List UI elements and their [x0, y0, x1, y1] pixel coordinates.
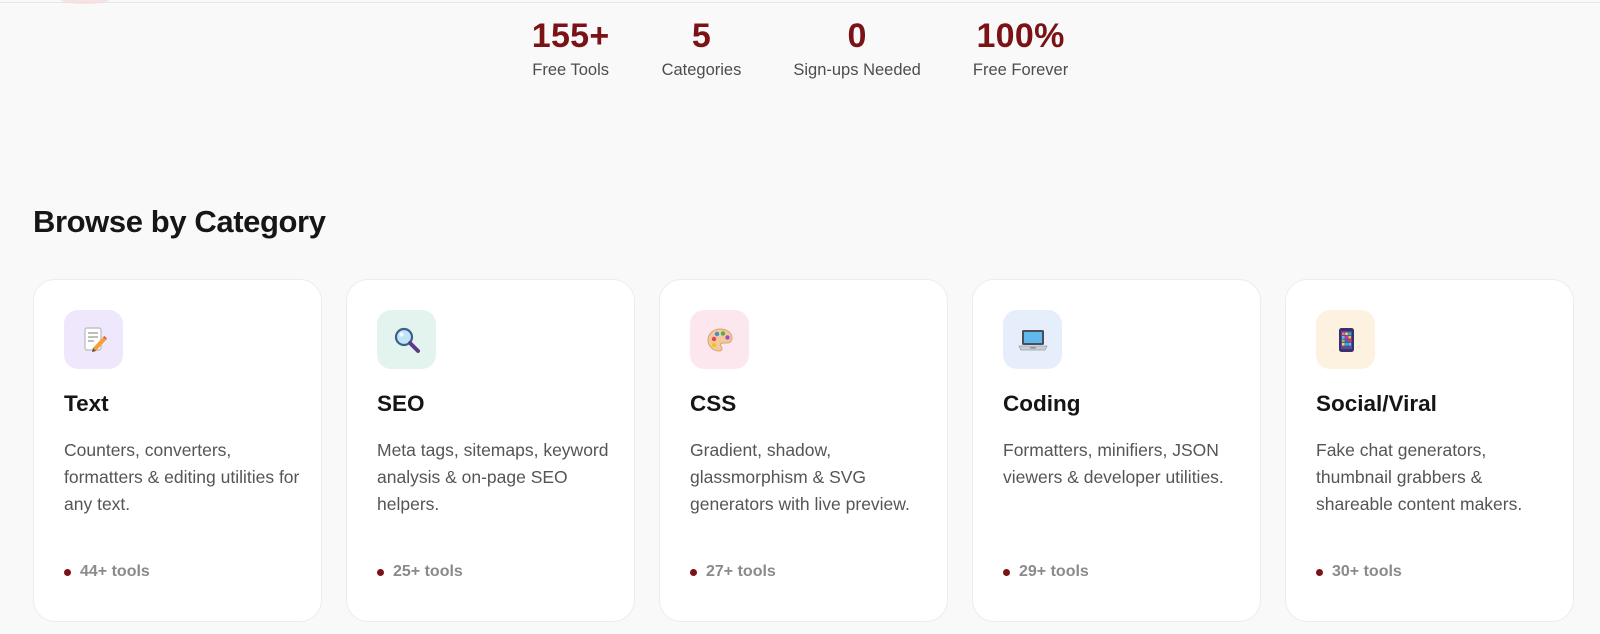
card-description: Formatters, minifiers, JSON viewers & de…: [1003, 440, 1224, 487]
card-title: CSS: [690, 391, 737, 416]
card-title: Coding: [1003, 391, 1081, 416]
bullet-dot-icon: [1316, 568, 1323, 576]
category-card-coding[interactable]: Coding Formatters, minifiers, JSON viewe…: [972, 279, 1261, 622]
stat-signups: 0 Sign-ups Needed: [793, 16, 921, 80]
section-title: Browse by Category: [33, 204, 326, 239]
bullet-dot-icon: [690, 568, 697, 576]
stat-value: 100%: [976, 17, 1065, 55]
category-card-seo[interactable]: SEO Meta tags, sitemaps, keyword analysi…: [346, 279, 635, 622]
card-description: Gradient, shadow, glassmorphism & SVG ge…: [690, 440, 910, 514]
decorative-blob: [58, 0, 112, 4]
bullet-dot-icon: [377, 568, 384, 576]
stat-value: 5: [691, 17, 712, 55]
card-description: Meta tags, sitemaps, keyword analysis & …: [377, 440, 609, 514]
stat-value: 0: [847, 17, 867, 55]
tool-count-label: 44+ tools: [80, 563, 150, 580]
stat-label: Free Tools: [532, 61, 610, 79]
stat-value: 155+: [531, 17, 610, 55]
stat-label: Free Forever: [972, 61, 1069, 79]
card-title: Text: [64, 391, 109, 416]
tool-count: 30+ tools: [1316, 563, 1402, 581]
magnifier-icon: [377, 310, 436, 369]
tool-count: 44+ tools: [64, 563, 150, 581]
card-description: Counters, converters, formatters & editi…: [64, 440, 300, 514]
stat-free-tools: 155+ Free Tools: [532, 16, 610, 80]
tool-count: 25+ tools: [377, 563, 463, 581]
stat-categories: 5 Categories: [662, 16, 742, 80]
card-title: Social/Viral: [1316, 391, 1437, 416]
category-card-text[interactable]: Text Counters, converters, formatters & …: [33, 279, 322, 622]
tool-count: 29+ tools: [1003, 563, 1089, 581]
stats-bar: 155+ Free Tools 5 Categories 0 Sign-ups …: [0, 16, 1600, 80]
stat-free-forever: 100% Free Forever: [973, 16, 1068, 80]
bullet-dot-icon: [64, 568, 71, 576]
tool-count-label: 25+ tools: [393, 563, 463, 580]
tool-count-label: 27+ tools: [706, 563, 776, 580]
bullet-dot-icon: [1003, 568, 1010, 576]
card-title: SEO: [377, 391, 425, 416]
card-description: Fake chat generators, thumbnail grabbers…: [1316, 440, 1523, 514]
tool-count-label: 30+ tools: [1332, 563, 1402, 580]
category-card-social-viral[interactable]: Social/Viral Fake chat generators, thumb…: [1285, 279, 1574, 622]
category-grid: Text Counters, converters, formatters & …: [33, 279, 1574, 622]
tool-count-label: 29+ tools: [1019, 563, 1089, 580]
palette-icon: [690, 310, 749, 369]
category-card-css[interactable]: CSS Gradient, shadow, glassmorphism & SV…: [659, 279, 948, 622]
memo-icon: [64, 310, 123, 369]
top-divider: [0, 2, 1600, 3]
stat-label: Categories: [661, 61, 742, 79]
laptop-icon: [1003, 310, 1062, 369]
stat-label: Sign-ups Needed: [793, 61, 921, 79]
phone-apps-icon: [1316, 310, 1375, 369]
tool-count: 27+ tools: [690, 563, 776, 581]
